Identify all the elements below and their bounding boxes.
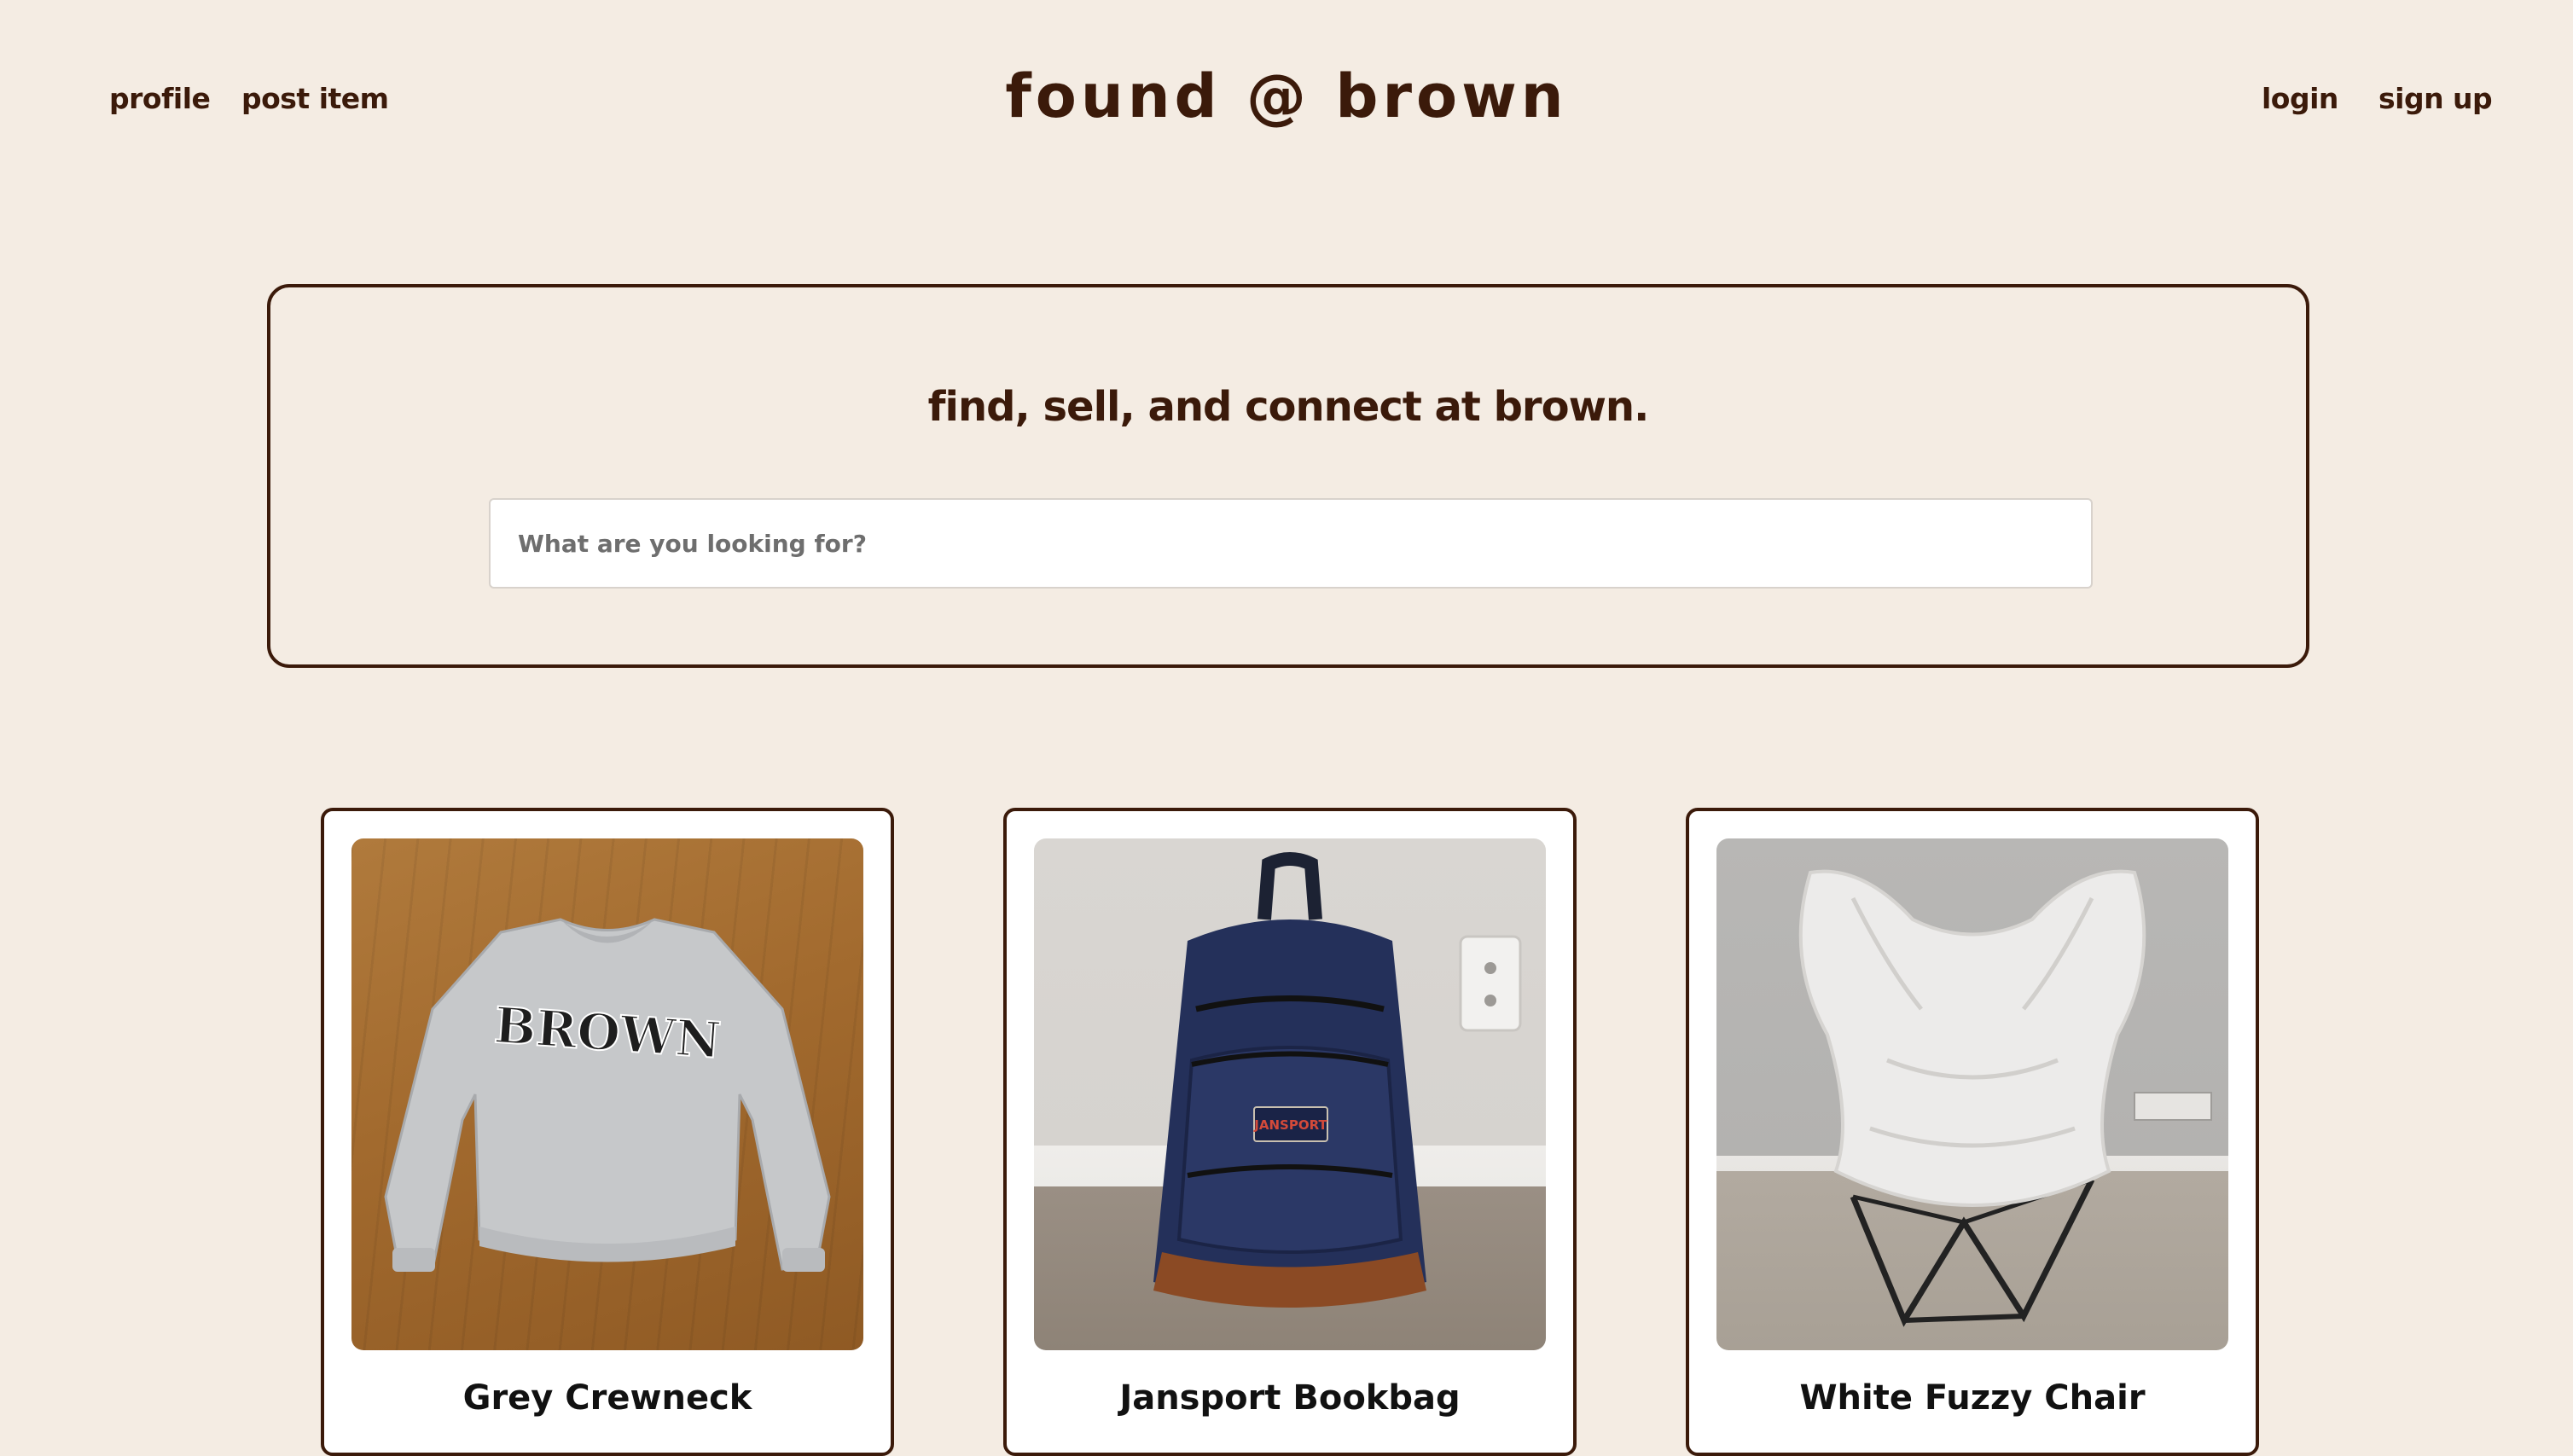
listing-card[interactable]: White Fuzzy Chair bbox=[1686, 808, 2259, 1456]
site-title[interactable]: found @ brown bbox=[0, 61, 2573, 131]
chair-photo-icon bbox=[1798, 869, 2212, 1327]
backpack-photo-icon: JANSPORT bbox=[1153, 852, 1522, 1308]
nav-signup-link[interactable]: sign up bbox=[2378, 82, 2493, 115]
site-header: profile post item found @ brown login si… bbox=[0, 0, 2573, 205]
backpack-logo-text: JANSPORT bbox=[1253, 1117, 1327, 1133]
listing-image bbox=[1716, 838, 2228, 1350]
listing-title: Jansport Bookbag bbox=[1119, 1378, 1461, 1418]
listing-title: White Fuzzy Chair bbox=[1799, 1378, 2146, 1418]
listing-card[interactable]: BROWN Grey Crewneck bbox=[321, 808, 894, 1456]
listing-image: JANSPORT bbox=[1034, 838, 1546, 1350]
listing-image: BROWN bbox=[351, 838, 863, 1350]
hero-search-panel: find, sell, and connect at brown. bbox=[267, 284, 2309, 668]
search-input[interactable] bbox=[489, 498, 2093, 589]
nav-login-link[interactable]: login bbox=[2262, 82, 2338, 115]
sweatshirt-photo-icon: BROWN bbox=[384, 918, 831, 1272]
listing-title: Grey Crewneck bbox=[462, 1378, 752, 1418]
hero-heading: find, sell, and connect at brown. bbox=[927, 383, 1650, 431]
listing-card[interactable]: JANSPORT Jansport Bookbag bbox=[1003, 808, 1577, 1456]
